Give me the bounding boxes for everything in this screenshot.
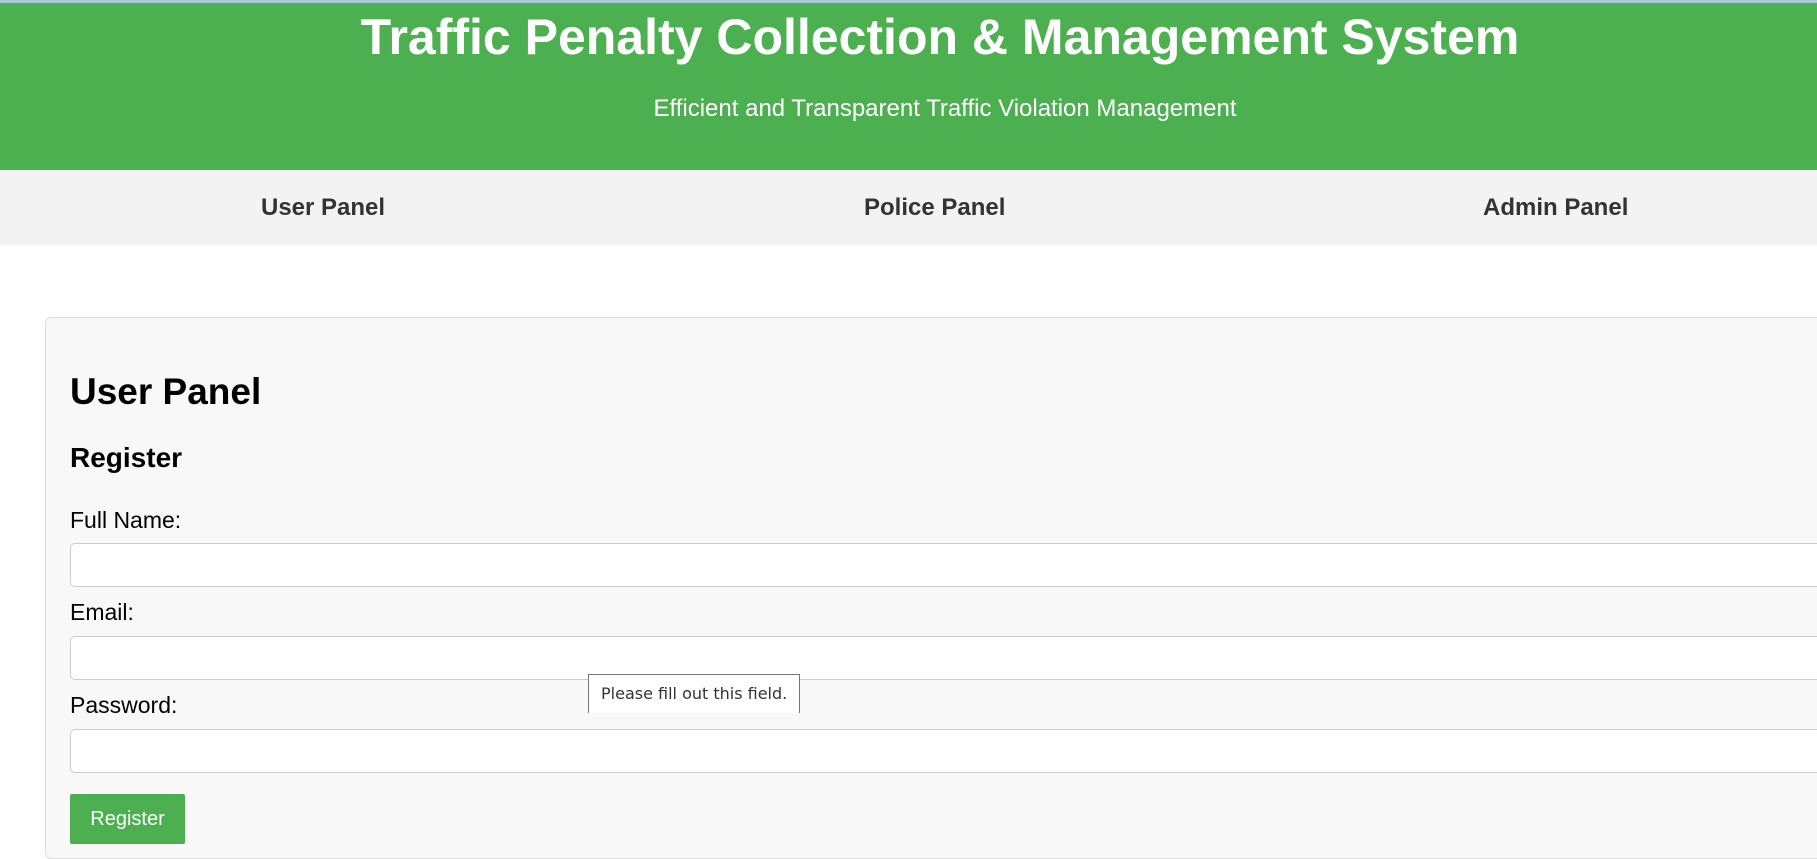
register-heading: Register — [70, 442, 183, 473]
site-title: Traffic Penalty Collection & Management … — [360, 9, 1520, 65]
email-input[interactable] — [70, 636, 1817, 680]
email-label: Email: — [70, 599, 134, 625]
full-name-input[interactable] — [70, 543, 1817, 587]
nav-user-panel[interactable]: User Panel — [261, 194, 385, 222]
nav-police-panel[interactable]: Police Panel — [864, 194, 1005, 222]
password-label: Password: — [70, 692, 178, 718]
site-header: Traffic Penalty Collection & Management … — [0, 3, 1817, 170]
panel-title: User Panel — [70, 371, 262, 412]
full-name-label: Full Name: — [70, 507, 182, 533]
password-input[interactable] — [70, 729, 1817, 773]
site-subtitle: Efficient and Transparent Traffic Violat… — [653, 95, 1237, 122]
main-nav: User Panel Police Panel Admin Panel — [0, 170, 1817, 245]
user-panel-card: User Panel Register Full Name: Email: Pa… — [45, 317, 1817, 859]
register-button[interactable]: Register — [70, 794, 185, 844]
nav-admin-panel[interactable]: Admin Panel — [1483, 194, 1628, 222]
validation-tooltip: Please fill out this field. — [588, 674, 801, 713]
